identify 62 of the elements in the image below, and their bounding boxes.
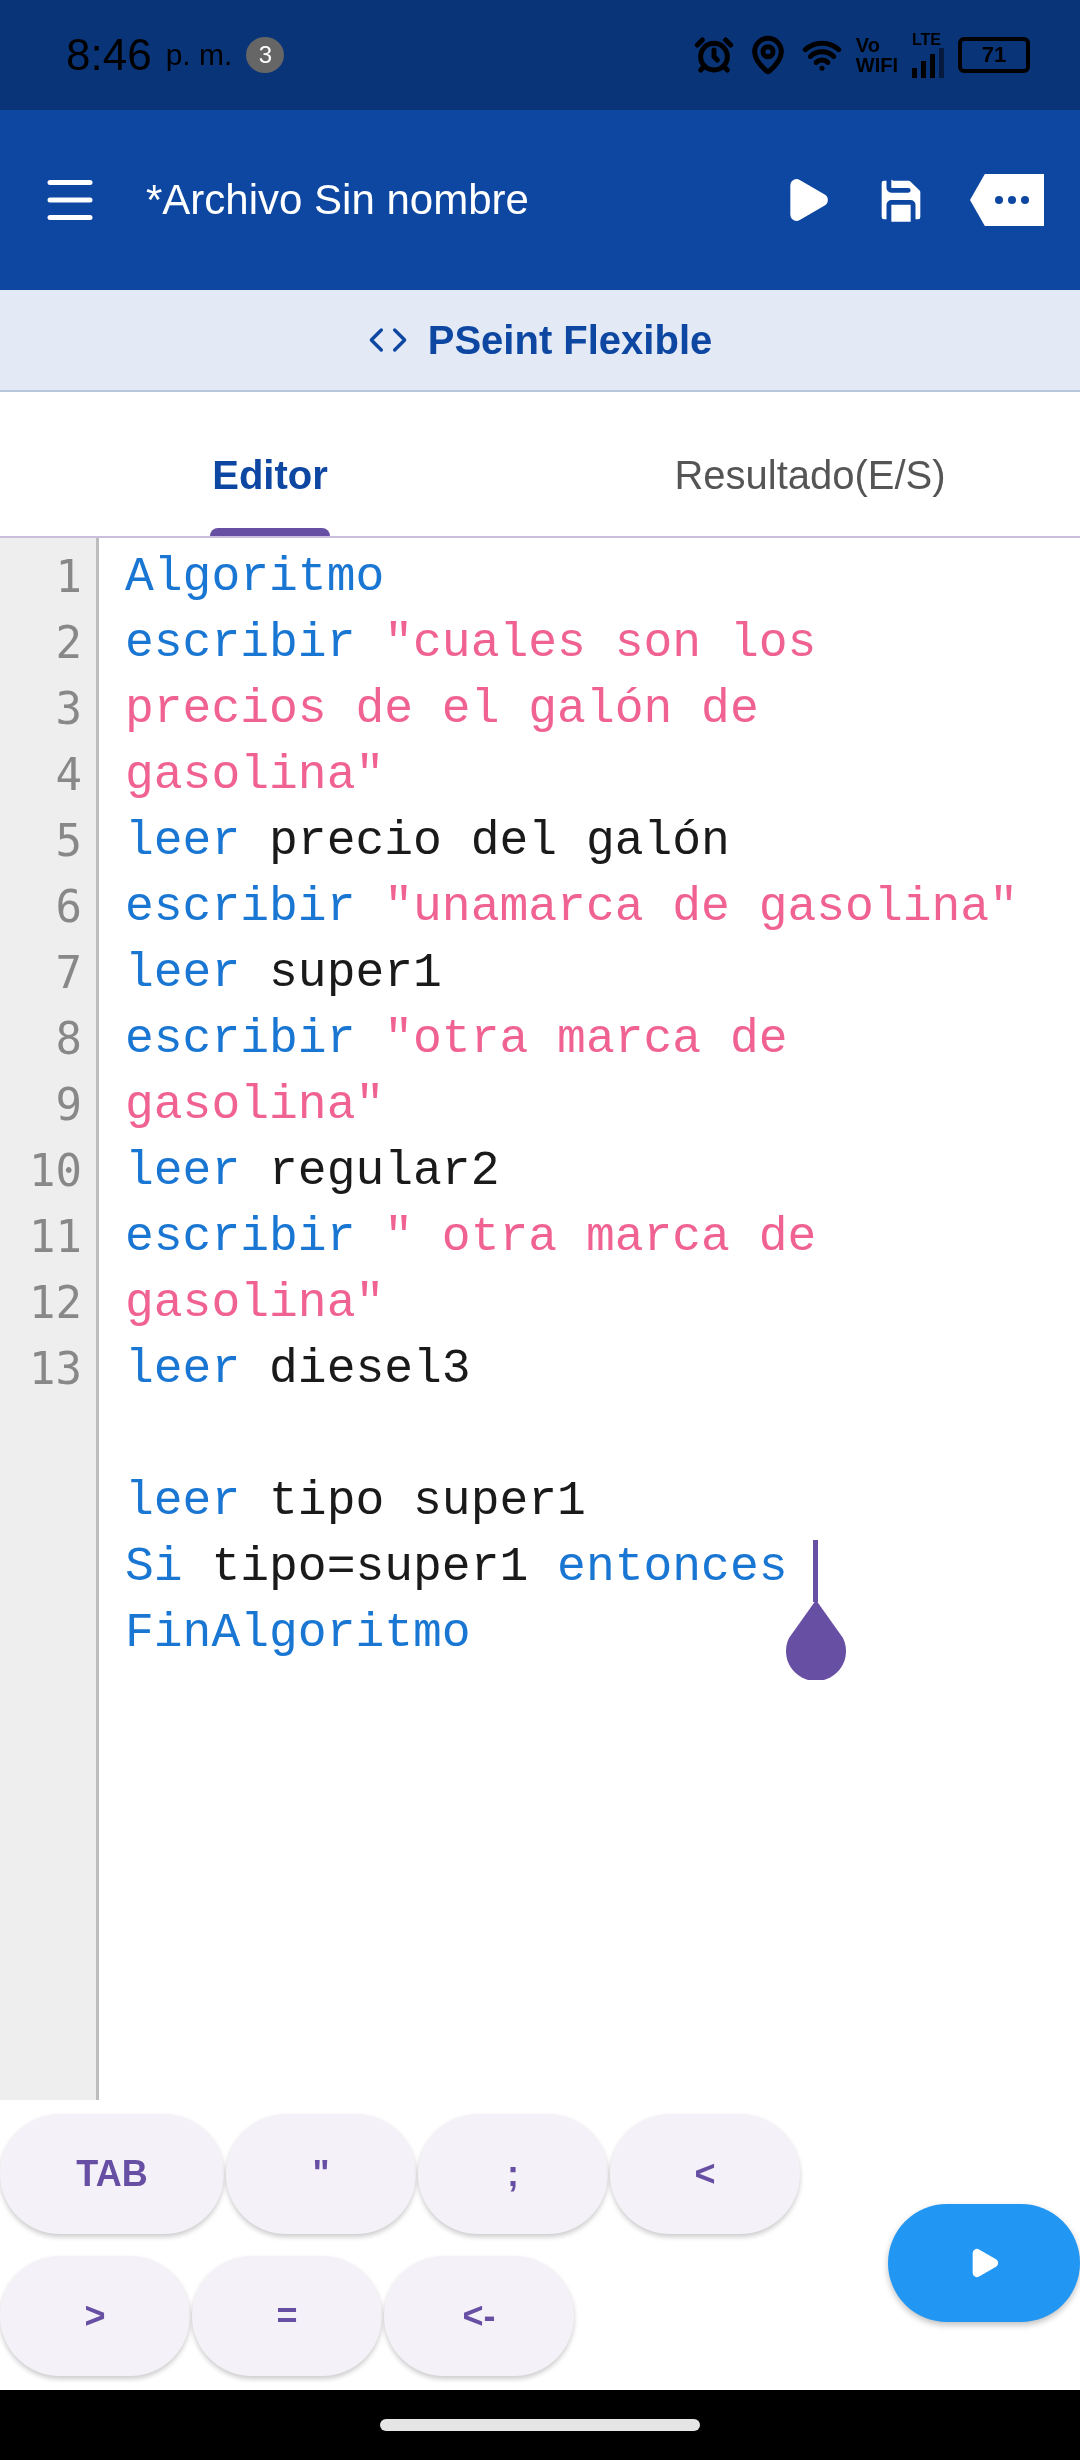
code-token: tipo=super1: [210, 1539, 530, 1596]
code-token: Si: [125, 1539, 183, 1596]
tab[interactable]: Resultado(E/S): [540, 392, 1080, 536]
code-token: "otra marca de: [383, 1011, 788, 1068]
code-token: gasolina": [125, 1077, 385, 1134]
code-token: "cuales son los: [383, 615, 817, 672]
code-token: " otra marca de: [383, 1209, 817, 1266]
line-number: 4: [54, 748, 83, 802]
code-token: leer: [125, 813, 241, 870]
key-button[interactable]: <: [610, 2114, 800, 2234]
code-token: tipo super1: [268, 1473, 586, 1530]
vo-label: Vo: [855, 35, 881, 55]
code-token: super1: [268, 945, 442, 1002]
code-token: escribir: [125, 1209, 356, 1266]
code-token: FinAlgoritmo: [125, 1605, 471, 1662]
code-token: diesel3: [268, 1341, 471, 1398]
code-token: "unamarca de gasolina": [383, 879, 1018, 936]
run-button[interactable]: [888, 2204, 1080, 2322]
signal-icon: [912, 48, 944, 78]
mode-title: PSeint Flexible: [427, 317, 713, 363]
code-token: leer: [125, 1473, 241, 1530]
key-button[interactable]: >: [0, 2256, 190, 2376]
status-period: p. m.: [165, 38, 233, 72]
code-token: leer: [125, 945, 241, 1002]
code-token: leer: [125, 1143, 241, 1200]
network-label: LTE: [912, 32, 943, 48]
code-token: escribir: [125, 615, 356, 672]
more-icon[interactable]: [970, 174, 1044, 226]
code-token: escribir: [125, 1011, 356, 1068]
code-token: precios de el galón de: [125, 681, 759, 738]
line-number: 9: [54, 1078, 83, 1132]
code-token: escribir: [125, 879, 356, 936]
line-number: 6: [54, 880, 83, 934]
line-number: 8: [54, 1012, 83, 1066]
battery-icon: 71: [958, 37, 1030, 73]
line-number: 13: [28, 1342, 83, 1396]
line-number: 12: [28, 1276, 83, 1330]
key-button[interactable]: ": [226, 2114, 416, 2234]
line-number: 2: [54, 616, 83, 670]
key-button[interactable]: ;: [418, 2114, 608, 2234]
code-token: gasolina": [125, 747, 385, 804]
notification-badge: 3: [246, 37, 285, 73]
line-number: 10: [28, 1144, 83, 1198]
code-token: regular2: [268, 1143, 500, 1200]
tab[interactable]: Editor: [0, 392, 540, 536]
key-button[interactable]: TAB: [0, 2114, 224, 2234]
code-token: entonces: [557, 1539, 789, 1596]
code-token: leer: [125, 1341, 241, 1398]
wifi-label: WIFI: [855, 55, 898, 75]
alarm-icon: [693, 35, 734, 75]
code-token: gasolina": [125, 1275, 385, 1332]
file-title: *Archivo Sin nombre: [146, 176, 530, 224]
line-number: 1: [54, 550, 83, 604]
line-number: 5: [54, 814, 83, 868]
line-number: 7: [54, 946, 83, 1000]
status-time: 8:46: [66, 30, 152, 80]
code-token: Algoritmo: [125, 549, 385, 606]
line-number: 11: [28, 1210, 83, 1264]
code-token: precio del galón: [268, 813, 730, 870]
key-button[interactable]: <-: [384, 2256, 574, 2376]
key-button[interactable]: =: [192, 2256, 382, 2376]
line-number: 3: [54, 682, 83, 736]
